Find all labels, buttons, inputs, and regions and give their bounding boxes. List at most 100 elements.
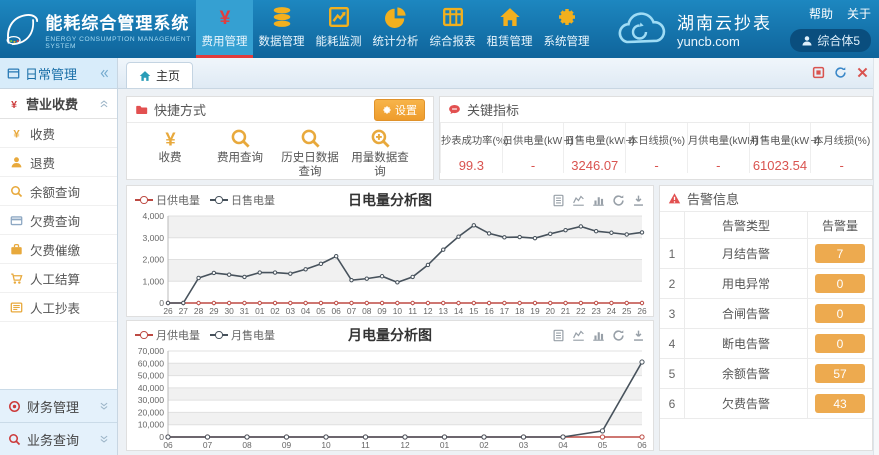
svg-text:60,000: 60,000 bbox=[138, 358, 165, 368]
settings-button[interactable]: 设置 bbox=[374, 99, 425, 121]
shortcut-item[interactable]: 历史日数据查询 bbox=[279, 128, 341, 180]
alarm-index: 1 bbox=[660, 247, 684, 261]
alarm-type: 欠费告警 bbox=[684, 389, 807, 418]
sidebar-item[interactable]: 欠费查询 bbox=[0, 206, 117, 235]
sidebar-item[interactable]: 人工抄表 bbox=[0, 293, 117, 322]
legend-label: 日供电量 bbox=[156, 192, 200, 208]
svg-text:08: 08 bbox=[362, 306, 372, 316]
nav-item[interactable]: 数据管理 bbox=[253, 0, 310, 58]
sidebar-item-label: 人工结算 bbox=[30, 269, 80, 288]
indicator-value: - bbox=[503, 158, 564, 173]
indicators-title: 关键指标 bbox=[467, 100, 519, 119]
indicator-value: - bbox=[626, 158, 687, 173]
sidebar-spacer bbox=[0, 322, 117, 389]
legend-item[interactable]: 日售电量 bbox=[210, 192, 275, 208]
svg-text:20,000: 20,000 bbox=[138, 407, 165, 417]
nav-item[interactable]: 系统管理 bbox=[538, 0, 595, 58]
user-button[interactable]: 综合体5 bbox=[790, 29, 871, 52]
line-chart-icon[interactable] bbox=[572, 329, 585, 342]
nav-item[interactable]: 租赁管理 bbox=[481, 0, 538, 58]
scrollbar[interactable] bbox=[873, 58, 879, 455]
sidebar-bottom-item[interactable]: 财务管理 bbox=[0, 389, 117, 422]
main-content: 快捷方式 设置 ¥ 收费 bbox=[118, 89, 879, 455]
svg-text:27: 27 bbox=[179, 306, 189, 316]
save-image-icon[interactable] bbox=[632, 329, 645, 342]
shortcut-item[interactable]: 用量数据查询 bbox=[349, 128, 411, 180]
sidebar-bottom-label: 业务查询 bbox=[27, 430, 93, 449]
svg-text:11: 11 bbox=[408, 306, 417, 316]
data-view-icon[interactable] bbox=[552, 194, 565, 207]
expand-down-icon bbox=[99, 401, 109, 411]
shortcuts-panel: 快捷方式 设置 ¥ 收费 bbox=[126, 96, 434, 180]
nav-item[interactable]: ¥ 费用管理 bbox=[196, 0, 253, 58]
sidebar-item[interactable]: 人工结算 bbox=[0, 264, 117, 293]
daily-chart-canvas[interactable]: 01,0002,0003,0004,0002627282930310102030… bbox=[132, 212, 648, 316]
close-tab-icon[interactable] bbox=[856, 66, 869, 79]
svg-text:70,000: 70,000 bbox=[138, 347, 165, 356]
collapse-left-icon[interactable] bbox=[99, 68, 110, 79]
sidebar-group-label: 营业收费 bbox=[26, 94, 93, 113]
sidebar-section-daily-mgmt[interactable]: 日常管理 bbox=[0, 58, 117, 89]
shortcut-item[interactable]: 费用查询 bbox=[209, 128, 271, 180]
logo-bird-icon bbox=[4, 7, 39, 51]
legend-item[interactable]: 日供电量 bbox=[135, 192, 200, 208]
briefcase-icon bbox=[10, 243, 23, 256]
data-view-icon[interactable] bbox=[552, 329, 565, 342]
refresh-tab-icon[interactable] bbox=[834, 66, 847, 79]
indicator-cell: 日供电量(kWH) - bbox=[502, 123, 564, 173]
indicator-label: 抄表成功率(%) bbox=[441, 132, 502, 147]
nav-item[interactable]: 能耗监测 bbox=[310, 0, 367, 58]
svg-text:20: 20 bbox=[546, 306, 556, 316]
sidebar-item[interactable]: 余额查询 bbox=[0, 177, 117, 206]
monthly-chart-canvas[interactable]: 010,00020,00030,00040,00050,00060,00070,… bbox=[132, 347, 648, 450]
bar-chart-icon[interactable] bbox=[592, 194, 605, 207]
sidebar-item[interactable]: ¥ 收费 bbox=[0, 119, 117, 148]
sidebar-bottom-item[interactable]: 业务查询 bbox=[0, 422, 117, 455]
sidebar-item[interactable]: 退费 bbox=[0, 148, 117, 177]
alarm-count-badge: 43 bbox=[815, 394, 865, 413]
indicator-label: 月供电量(kWH) bbox=[688, 132, 749, 147]
restore-icon[interactable] bbox=[612, 194, 625, 207]
indicator-cell: 月供电量(kWH) - bbox=[687, 123, 749, 173]
line-chart-icon[interactable] bbox=[572, 194, 585, 207]
legend-item[interactable]: 月售电量 bbox=[210, 327, 275, 343]
alarm-type: 断电告警 bbox=[684, 329, 807, 358]
alarms-panel: 告警信息 告警类型 告警量 1 月结告警 7 bbox=[659, 185, 873, 451]
svg-text:05: 05 bbox=[598, 440, 608, 450]
svg-text:30,000: 30,000 bbox=[138, 395, 165, 405]
yen-icon: ¥ bbox=[10, 127, 23, 140]
legend-item[interactable]: 月供电量 bbox=[135, 327, 200, 343]
svg-text:06: 06 bbox=[332, 306, 342, 316]
tab-home[interactable]: 主页 bbox=[126, 62, 193, 88]
nav-item-label: 费用管理 bbox=[202, 33, 248, 49]
svg-text:03: 03 bbox=[286, 306, 296, 316]
svg-text:06: 06 bbox=[637, 440, 647, 450]
svg-text:31: 31 bbox=[240, 306, 250, 316]
top-link[interactable]: 帮助 bbox=[809, 5, 833, 22]
sidebar-group-billing[interactable]: ¥ 营业收费 bbox=[0, 89, 117, 119]
svg-text:09: 09 bbox=[282, 440, 292, 450]
top-link[interactable]: 关于 bbox=[847, 5, 871, 22]
restore-icon[interactable] bbox=[612, 329, 625, 342]
warning-icon bbox=[668, 192, 681, 205]
bar-chart-icon[interactable] bbox=[592, 329, 605, 342]
sidebar-item[interactable]: 欠费催缴 bbox=[0, 235, 117, 264]
indicator-label: 日售电量(kWH) bbox=[564, 132, 625, 147]
search-plus-icon bbox=[370, 128, 391, 149]
nav-item[interactable]: 统计分析 bbox=[367, 0, 424, 58]
svg-text:2,000: 2,000 bbox=[142, 255, 164, 265]
shortcut-item[interactable]: ¥ 收费 bbox=[139, 128, 201, 180]
alarm-type: 余额告警 bbox=[684, 359, 807, 388]
app-logo: 能耗综合管理系统 ENERGY CONSUMPTION MANAGEMENT S… bbox=[0, 0, 196, 58]
exit-fullscreen-icon[interactable] bbox=[812, 66, 825, 79]
save-image-icon[interactable] bbox=[632, 194, 645, 207]
svg-text:03: 03 bbox=[519, 440, 529, 450]
shortcut-label: 收费 bbox=[141, 151, 199, 165]
report-grid-icon bbox=[442, 6, 464, 28]
brand-domain: yuncb.com bbox=[677, 34, 772, 49]
home-icon bbox=[499, 6, 521, 28]
search-icon bbox=[10, 185, 23, 198]
nav-item[interactable]: 综合报表 bbox=[424, 0, 481, 58]
alarm-table-header: 告警类型 告警量 bbox=[660, 212, 872, 239]
alarm-index: 2 bbox=[660, 277, 684, 291]
